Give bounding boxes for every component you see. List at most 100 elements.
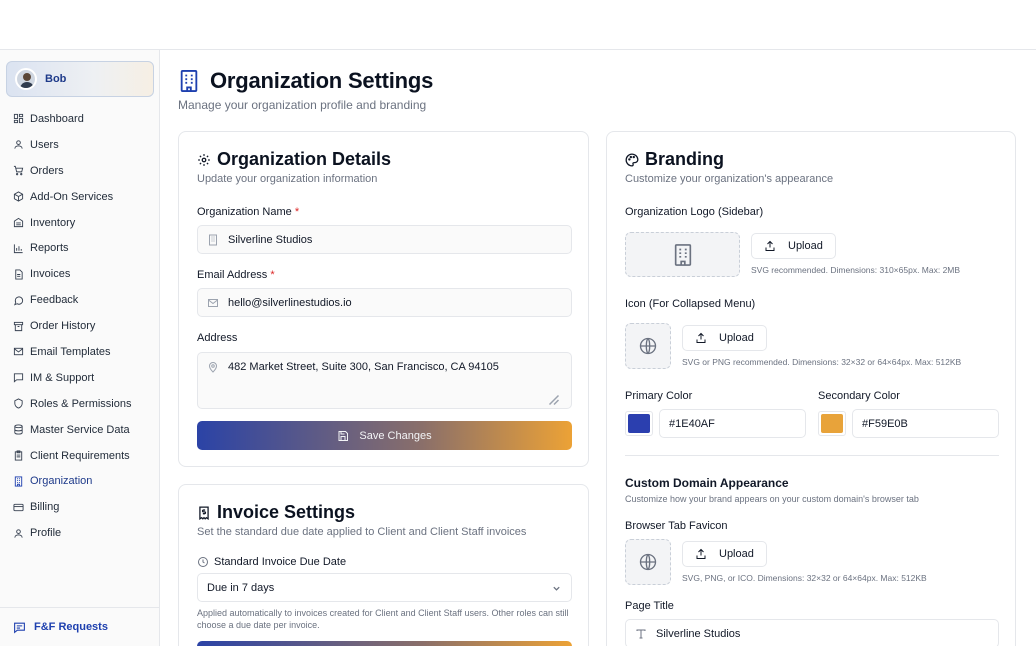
save-changes-label: Save Changes (359, 429, 432, 442)
top-bar (0, 0, 1036, 50)
box-icon (13, 191, 24, 202)
secondary-color-swatch[interactable] (818, 411, 846, 436)
sidebar-item-label: Client Requirements (30, 449, 130, 462)
save-changes-button[interactable]: Save Changes (197, 421, 572, 450)
secondary-color-value: #F59E0B (862, 417, 908, 430)
collapsed-icon-label: Icon (For Collapsed Menu) (625, 298, 756, 310)
organization-name-field[interactable]: Silverline Studios (197, 225, 572, 254)
invoice-due-date-select[interactable]: Due in 7 days (197, 573, 572, 602)
clock-icon (198, 557, 208, 567)
sidebar-item-label: Feedback (30, 294, 79, 307)
sidebar-item-label: Master Service Data (30, 423, 130, 436)
page-title-value: Silverline Studios (656, 627, 741, 640)
upload-icon (696, 332, 706, 343)
page-header: Organization Settings (178, 68, 433, 94)
upload-icon (765, 240, 775, 251)
upload-label: Upload (788, 240, 823, 252)
ff-requests-label: F&F Requests (34, 621, 108, 633)
address-field[interactable]: 482 Market Street, Suite 300, San Franci… (197, 352, 572, 409)
save-invoice-settings-button[interactable] (197, 641, 572, 646)
shield-icon (14, 398, 23, 409)
card-subtitle: Customize your organization's appearance (625, 173, 834, 185)
sidebar-item-label: Add-On Services (30, 190, 114, 203)
logo-label: Organization Logo (Sidebar) (625, 206, 764, 218)
favicon-hint: SVG, PNG, or ICO. Dimensions: 32×32 or 6… (682, 573, 927, 583)
upload-icon (696, 548, 706, 559)
user-profile-card[interactable]: Bob (6, 61, 154, 97)
invoice-settings-card: Invoice Settings Set the standard due da… (178, 484, 589, 646)
favicon-preview[interactable] (625, 539, 671, 585)
sidebar-item-invoices[interactable]: Invoices (0, 261, 159, 287)
building-icon (14, 476, 23, 487)
email-field[interactable]: hello@silverlinestudios.io (197, 288, 572, 317)
message-circle-icon (14, 296, 24, 306)
collapsed-icon-preview[interactable] (625, 323, 671, 369)
upload-label: Upload (719, 548, 754, 560)
required-mark: * (270, 269, 275, 281)
database-icon (14, 424, 23, 435)
sidebar-item-organization[interactable]: Organization (0, 468, 159, 494)
page-title-field[interactable]: Silverline Studios (625, 619, 999, 646)
card-title-text: Organization Details (217, 149, 392, 169)
globe-icon (639, 553, 657, 571)
collapsed-icon-upload-button[interactable]: Upload (682, 325, 767, 351)
page-title: Organization Settings (210, 68, 434, 93)
favicon-label: Browser Tab Favicon (625, 520, 728, 532)
sidebar-item-order-history[interactable]: Order History (0, 313, 159, 339)
gear-icon (198, 153, 210, 166)
sidebar-item-add-on-services[interactable]: Add-On Services (0, 184, 159, 210)
sidebar-item-users[interactable]: Users (0, 132, 159, 158)
logo-hint: SVG recommended. Dimensions: 310×65px. M… (751, 265, 961, 275)
secondary-color-fill (821, 414, 843, 433)
sidebar-item-reports[interactable]: Reports (0, 235, 159, 261)
sidebar-item-im-support[interactable]: IM & Support (0, 365, 159, 391)
email-address-label: Email Address * (197, 269, 275, 281)
sidebar-item-orders[interactable]: Orders (0, 158, 159, 184)
sidebar-item-inventory[interactable]: Inventory (0, 210, 159, 236)
sidebar-item-dashboard[interactable]: Dashboard (0, 106, 159, 132)
sidebar-item-feedback[interactable]: Feedback (0, 287, 159, 313)
logo-preview[interactable] (625, 232, 740, 277)
address-label: Address (197, 332, 238, 344)
primary-color-value: #1E40AF (669, 417, 715, 430)
sidebar-item-client-requirements[interactable]: Client Requirements (0, 443, 159, 469)
primary-color-fill (628, 414, 650, 433)
primary-color-swatch[interactable] (625, 411, 653, 436)
sidebar-item-email-templates[interactable]: Email Templates (0, 339, 159, 365)
resize-handle-icon[interactable] (548, 394, 560, 406)
sidebar-item-label: Organization (30, 475, 93, 488)
logo-upload-button[interactable]: Upload (751, 233, 836, 259)
sidebar-item-profile[interactable]: Profile (0, 520, 159, 546)
message-square-icon (13, 373, 24, 383)
secondary-color-input[interactable]: #F59E0B (852, 409, 999, 438)
favicon-upload-button[interactable]: Upload (682, 541, 767, 567)
address-value: 482 Market Street, Suite 300, San Franci… (228, 361, 499, 373)
sidebar-item-label: Order History (30, 320, 96, 333)
label-text: Email Address (197, 269, 268, 281)
ff-requests-link[interactable]: F&F Requests (0, 607, 159, 646)
chevron-down-icon (553, 586, 560, 591)
archive-icon (13, 321, 24, 331)
map-pin-icon (208, 362, 218, 373)
sidebar-item-label: Orders (30, 164, 64, 177)
primary-color-input[interactable]: #1E40AF (659, 409, 806, 438)
collapsed-icon-hint: SVG or PNG recommended. Dimensions: 32×3… (682, 357, 962, 367)
sidebar-item-label: Inventory (30, 216, 76, 229)
sidebar-item-label: Billing (30, 501, 60, 514)
sidebar-item-billing[interactable]: Billing (0, 494, 159, 520)
user-icon (14, 529, 23, 538)
credit-card-icon (13, 503, 24, 511)
branding-card: Branding Customize your organization's a… (606, 131, 1016, 646)
building-icon (674, 243, 691, 266)
card-subtitle: Set the standard due date applied to Cli… (197, 526, 527, 538)
organization-name-value: Silverline Studios (228, 233, 313, 246)
card-title: Invoice Settings (197, 502, 355, 523)
sidebar-item-master-service-data[interactable]: Master Service Data (0, 417, 159, 443)
sidebar-item-roles-permissions[interactable]: Roles & Permissions (0, 391, 159, 417)
sidebar-item-label: Users (30, 138, 59, 151)
message-square-text-icon (14, 622, 25, 634)
invoice-due-date-value: Due in 7 days (207, 581, 275, 594)
sidebar-item-label: IM & Support (30, 371, 95, 384)
sidebar-item-label: Email Templates (30, 345, 111, 358)
card-title: Branding (625, 149, 724, 170)
